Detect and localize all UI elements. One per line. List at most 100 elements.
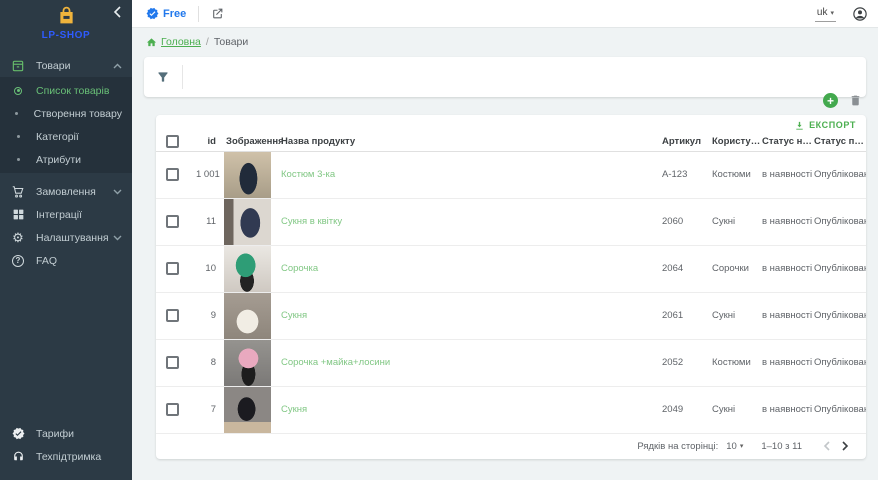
product-name-link[interactable]: Костюм 3-ка bbox=[281, 169, 335, 180]
radio-selected-icon bbox=[10, 87, 26, 95]
sidebar-item-orders[interactable]: Замовлення bbox=[0, 180, 132, 203]
sidebar-item-product-create[interactable]: Створення товару bbox=[0, 102, 132, 125]
language-value: uk bbox=[817, 7, 828, 18]
sidebar-item-product-list[interactable]: Список товарів bbox=[0, 79, 132, 102]
product-name-link[interactable]: Сорочка bbox=[281, 263, 318, 274]
export-button[interactable]: ЕКСПОРТ bbox=[794, 120, 856, 131]
product-name-link[interactable]: Сукня bbox=[281, 310, 307, 321]
sidebar-item-label: Інтеграції bbox=[36, 209, 122, 221]
row-checkbox[interactable] bbox=[166, 403, 179, 416]
cell-id: 1 001 bbox=[196, 169, 216, 180]
topbar: Free uk ▾ bbox=[132, 0, 878, 28]
cell-category: Сорочки bbox=[712, 263, 762, 274]
sidebar-item-faq[interactable]: ? FAQ bbox=[0, 249, 132, 272]
home-icon bbox=[146, 37, 157, 48]
rows-per-page-select[interactable]: 10 ▾ bbox=[726, 441, 743, 452]
open-in-new-icon[interactable] bbox=[211, 7, 224, 20]
sidebar-item-categories[interactable]: Категорії bbox=[0, 125, 132, 148]
rows-per-page-label: Рядків на сторінці: bbox=[637, 441, 718, 452]
row-checkbox[interactable] bbox=[166, 356, 179, 369]
sidebar-item-support[interactable]: Техпідтримка bbox=[0, 445, 132, 468]
product-name-link[interactable]: Сорочка +майка+лосини bbox=[281, 357, 390, 368]
sidebar-item-label: Замовлення bbox=[36, 186, 113, 198]
select-all-checkbox[interactable] bbox=[166, 135, 179, 148]
sidebar: LP-SHOP Товари Список товарів bbox=[0, 0, 132, 480]
row-checkbox[interactable] bbox=[166, 309, 179, 322]
breadcrumb-current: Товари bbox=[214, 36, 248, 48]
cell-publication: Опубліковано bbox=[814, 310, 866, 321]
header-category: Користувац… bbox=[712, 136, 762, 147]
sub-item-label: Список товарів bbox=[36, 85, 109, 97]
filter-funnel-icon[interactable] bbox=[156, 70, 170, 84]
headset-icon bbox=[10, 450, 26, 463]
logo: LP-SHOP bbox=[0, 0, 132, 44]
cell-publication: Опубліковано bbox=[814, 357, 866, 368]
divider bbox=[182, 65, 183, 89]
sidebar-item-settings[interactable]: ⚙ Налаштування bbox=[0, 226, 132, 249]
sidebar-item-label: Тарифи bbox=[36, 428, 122, 440]
product-thumbnail bbox=[224, 293, 271, 339]
cell-category: Сукні bbox=[712, 216, 762, 227]
divider bbox=[198, 6, 199, 22]
sub-item-label: Атрибути bbox=[36, 154, 81, 166]
row-checkbox[interactable] bbox=[166, 215, 179, 228]
table-row: 10 Сорочка 2064 Сорочки в наявності Опуб… bbox=[156, 246, 866, 293]
shop-bag-icon bbox=[56, 5, 77, 29]
product-thumbnail bbox=[224, 246, 271, 292]
bullet-dot-icon bbox=[10, 158, 26, 161]
caret-down-icon: ▾ bbox=[830, 9, 834, 17]
header-article: Артикул bbox=[662, 136, 712, 147]
product-name-link[interactable]: Сукня bbox=[281, 404, 307, 415]
table-row: 8 Сорочка +майка+лосини 2052 Костюми в н… bbox=[156, 340, 866, 387]
product-thumbnail bbox=[224, 340, 271, 386]
filter-panel bbox=[144, 57, 866, 97]
bullet-dot-icon bbox=[10, 112, 24, 115]
row-checkbox[interactable] bbox=[166, 262, 179, 275]
product-thumbnail bbox=[224, 387, 271, 433]
sub-item-label: Категорії bbox=[36, 131, 79, 143]
sidebar-item-label: Налаштування bbox=[36, 232, 113, 244]
add-product-button[interactable]: + bbox=[823, 93, 838, 108]
table-row: 9 Сукня 2061 Сукні в наявності Опубліков… bbox=[156, 293, 866, 340]
language-select[interactable]: uk ▾ bbox=[815, 5, 836, 22]
sidebar-item-products[interactable]: Товари bbox=[0, 54, 132, 77]
cell-article: 2060 bbox=[662, 216, 712, 227]
breadcrumb-separator: / bbox=[206, 36, 209, 48]
breadcrumb-home-label: Головна bbox=[161, 36, 201, 48]
caret-down-icon: ▾ bbox=[740, 442, 744, 450]
plan-label: Free bbox=[163, 8, 186, 20]
delete-icon[interactable] bbox=[849, 94, 862, 107]
chevron-down-icon bbox=[113, 189, 122, 195]
table-actions: + bbox=[823, 93, 862, 108]
table-row: 7 Сукня 2049 Сукні в наявності Опубліков… bbox=[156, 387, 866, 434]
cell-article: 2064 bbox=[662, 263, 712, 274]
cell-id: 9 bbox=[196, 310, 216, 321]
header-name: Назва продукту bbox=[271, 136, 662, 147]
prev-page-button[interactable] bbox=[818, 437, 836, 455]
sidebar-collapse-button[interactable] bbox=[113, 6, 122, 18]
pagination: Рядків на сторінці: 10 ▾ 1–10 з 11 bbox=[156, 434, 866, 459]
plan-badge[interactable]: Free bbox=[146, 7, 186, 20]
next-page-button[interactable] bbox=[836, 437, 854, 455]
cell-publication: Опубліковано bbox=[814, 169, 866, 180]
account-avatar-icon[interactable] bbox=[852, 6, 868, 22]
sidebar-nav: Товари Список товарів Створення товару К… bbox=[0, 54, 132, 272]
table-body: 1 001 Костюм 3-ка A-123 Костюми в наявно… bbox=[156, 152, 866, 434]
export-row: ЕКСПОРТ bbox=[156, 115, 866, 132]
sidebar-footer: Тарифи Техпідтримка bbox=[0, 422, 132, 468]
product-name-link[interactable]: Сукня в квітку bbox=[281, 216, 342, 227]
sub-item-label: Створення товару bbox=[34, 108, 122, 120]
sidebar-item-attributes[interactable]: Атрибути bbox=[0, 148, 132, 171]
sidebar-item-integrations[interactable]: Інтеграції bbox=[0, 203, 132, 226]
cell-id: 10 bbox=[196, 263, 216, 274]
breadcrumb-home-link[interactable]: Головна bbox=[146, 36, 201, 48]
sidebar-item-tariffs[interactable]: Тарифи bbox=[0, 422, 132, 445]
header-id: id bbox=[196, 136, 216, 147]
verified-badge-icon bbox=[10, 427, 26, 440]
bullet-dot-icon bbox=[10, 135, 26, 138]
products-table-card: ЕКСПОРТ id Зображення Назва продукту Арт… bbox=[156, 115, 866, 459]
sidebar-item-label: Техпідтримка bbox=[36, 451, 122, 463]
cell-publication: Опубліковано bbox=[814, 216, 866, 227]
row-checkbox[interactable] bbox=[166, 168, 179, 181]
cell-availability: в наявності bbox=[762, 263, 814, 274]
